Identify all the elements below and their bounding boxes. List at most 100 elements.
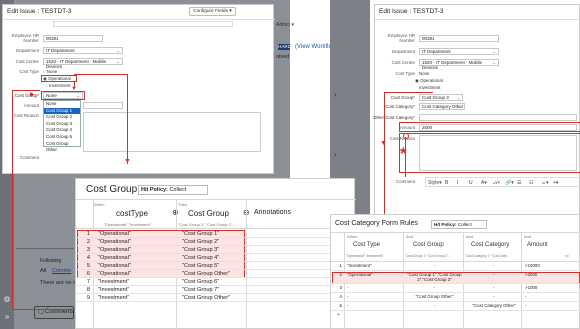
tab-all[interactable]: All xyxy=(40,268,46,274)
output-cell[interactable]: "Cost Group 3" xyxy=(182,246,219,254)
cost-reason-textarea[interactable] xyxy=(83,112,261,152)
hit-policy-select[interactable]: Hit Policy: Collect xyxy=(431,220,487,229)
cost-type-radio-none[interactable]: None xyxy=(419,71,430,76)
dropdown-option[interactable]: Cost Group Other xyxy=(44,141,80,153)
format-icon[interactable]: 𝒜▾ xyxy=(493,180,500,186)
cost-group-select[interactable]: None ⌄ xyxy=(43,92,83,99)
column-header[interactable]: Cost Category xyxy=(471,242,509,248)
column-header[interactable]: Amount xyxy=(527,242,548,248)
table-row[interactable]: 9 "Investment" "Cost Group Other" xyxy=(76,294,356,302)
department-select[interactable]: IT Department ⌄ xyxy=(43,47,123,54)
table-row[interactable]: 8 "Investment" "Cost Group 7" xyxy=(76,286,356,294)
amount-cell[interactable]: - xyxy=(525,294,575,299)
number-list-icon[interactable]: ☷ xyxy=(529,180,533,186)
input-cell[interactable]: "Operational" xyxy=(98,262,131,270)
cost-group-select[interactable]: Cost Group 3 ⌄ xyxy=(419,94,463,101)
amount-field[interactable] xyxy=(83,102,123,109)
table-row[interactable]: 5- - "Cost Category Other" - xyxy=(331,302,580,311)
cost-category-cell[interactable]: - xyxy=(467,294,521,299)
cost-group-cell[interactable]: - xyxy=(407,303,462,308)
employee-field[interactable]: 00381 xyxy=(419,35,499,42)
cost-group-cell[interactable]: - xyxy=(407,285,462,290)
input-cell[interactable]: "Operational" xyxy=(98,270,131,278)
table-row[interactable]: 2 "Operational" "Cost Group 2" xyxy=(76,238,356,246)
input-cell[interactable]: "Investment" xyxy=(98,286,129,294)
output-cell[interactable]: "Cost Group 7" xyxy=(182,286,219,294)
amount-cell[interactable]: >1000 xyxy=(525,285,575,290)
table-row[interactable]: 5 "Operational" "Cost Group 5" xyxy=(76,262,356,270)
cost-centre-select[interactable]: 1520 - IT Department - Mobile Devices ⌄ xyxy=(43,58,123,69)
underline-icon[interactable]: U xyxy=(469,180,473,186)
table-row[interactable]: 1 "Investment" - - >10000 xyxy=(331,262,580,271)
input-cell[interactable]: "Operational" xyxy=(98,246,131,254)
input-cell[interactable]: "Investment" xyxy=(98,278,129,286)
input-column-name[interactable]: costType xyxy=(116,209,148,218)
dropdown-option-selected[interactable]: Cost Group 1 xyxy=(44,107,80,115)
output-cell[interactable]: "Cost Group Other" xyxy=(182,270,230,278)
amount-cell[interactable]: >2000 xyxy=(525,272,575,277)
employee-field[interactable]: 00381 xyxy=(43,35,103,42)
output-cell[interactable]: "Cost Group 4" xyxy=(182,254,219,262)
table-row[interactable]: 6 "Operational" "Cost Group Other" xyxy=(76,270,356,278)
column-header[interactable]: Cost Type xyxy=(353,242,380,248)
cost-category-select[interactable]: Cost Category Other ⌄ xyxy=(419,103,465,110)
bold-icon[interactable]: B xyxy=(445,180,448,186)
text-color-icon[interactable]: A▾ xyxy=(481,180,487,186)
dropdown-option[interactable]: None xyxy=(44,101,80,108)
cost-type-cell[interactable]: "Operational" xyxy=(347,272,403,277)
add-row-icon[interactable]: + xyxy=(337,312,340,318)
bullet-list-icon[interactable]: ☰ xyxy=(517,180,521,186)
table-row[interactable]: 4- "Cost Group Other" - - xyxy=(331,293,580,302)
link-icon[interactable]: 🔗▾ xyxy=(505,180,514,186)
input-cell[interactable]: "Investment" xyxy=(98,294,129,302)
output-cell[interactable]: "Cost Group 6" xyxy=(182,278,219,286)
insert-icon[interactable]: +▾ xyxy=(553,180,558,186)
configure-fields-button[interactable]: Configure Fields ▾ xyxy=(189,7,236,16)
gear-icon[interactable]: ⚙ xyxy=(3,296,11,304)
amount-cell[interactable]: >10000 xyxy=(525,263,575,268)
cost-type-radio-none[interactable]: ○ None xyxy=(43,69,57,74)
hit-policy-select[interactable]: Hit Policy: Collect xyxy=(138,185,208,195)
cost-type-radio-operational[interactable]: ◉ Operational xyxy=(415,78,443,84)
italic-icon[interactable]: I xyxy=(457,180,458,186)
input-cell[interactable]: "Operational" xyxy=(98,230,131,238)
cost-type-cell[interactable]: - xyxy=(347,303,403,308)
output-column-name[interactable]: Cost Group xyxy=(188,209,229,218)
cost-group-cell[interactable]: "Cost Group 1","Cost Group 2","Cost Grou… xyxy=(407,272,462,282)
emoji-icon[interactable]: ☺▾ xyxy=(541,180,549,186)
cost-category-cell[interactable]: - xyxy=(467,285,521,290)
amount-cell[interactable]: - xyxy=(525,303,575,308)
top-text-area[interactable] xyxy=(53,21,233,27)
tab-comments[interactable]: Comme xyxy=(52,268,71,274)
cost-type-cell[interactable]: - xyxy=(347,294,403,299)
table-row[interactable]: 1 "Operational" "Cost Group 1" xyxy=(76,230,356,238)
cost-category-cell[interactable]: - xyxy=(467,263,521,268)
output-cell[interactable]: "Cost Group 5" xyxy=(182,262,219,270)
cost-centre-select[interactable]: 1520 - IT Department - Mobile Devices ⌄ xyxy=(419,59,499,70)
table-row[interactable]: 3 "Operational" "Cost Group 3" xyxy=(76,246,356,254)
amount-field[interactable]: 2500 xyxy=(419,124,577,131)
cost-type-radio-operational[interactable]: ◉ Operational xyxy=(43,76,71,82)
style-menu[interactable]: Style▾ xyxy=(428,180,442,186)
cost-type-radio-investment[interactable]: Investment xyxy=(419,85,440,90)
input-cell[interactable]: "Operational" xyxy=(98,238,131,246)
other-cost-category-field[interactable] xyxy=(419,114,577,121)
dropdown-option[interactable]: Cost Group 3 xyxy=(44,121,80,128)
admin-menu[interactable]: Admin ▾ xyxy=(276,22,294,28)
cost-category-cell[interactable]: "Cost Category Other" xyxy=(467,303,521,308)
table-row[interactable]: 4 "Operational" "Cost Group 4" xyxy=(76,254,356,262)
cost-type-cell[interactable]: - xyxy=(347,285,403,290)
department-select[interactable]: IT Department ⌄ xyxy=(419,48,499,55)
column-header[interactable]: Cost Group xyxy=(413,242,444,248)
cost-type-radio-investment[interactable]: Investment xyxy=(49,83,70,88)
cost-group-cell[interactable]: - xyxy=(407,263,462,268)
dropdown-option[interactable]: Cost Group 5 xyxy=(44,134,80,141)
output-cell[interactable]: "Cost Group 1" xyxy=(182,230,219,238)
dropdown-option[interactable]: Cost Group 4 xyxy=(44,127,80,134)
output-cell[interactable]: "Cost Group 2" xyxy=(182,238,219,246)
output-cell[interactable]: "Cost Group Other" xyxy=(182,294,230,302)
input-cell[interactable]: "Operational" xyxy=(98,254,131,262)
table-row[interactable]: 2 "Operational" "Cost Group 1","Cost Group… xyxy=(331,271,580,284)
dropdown-option[interactable]: Cost Group 2 xyxy=(44,114,80,121)
table-row[interactable]: 3- - - >1000 xyxy=(331,284,580,293)
